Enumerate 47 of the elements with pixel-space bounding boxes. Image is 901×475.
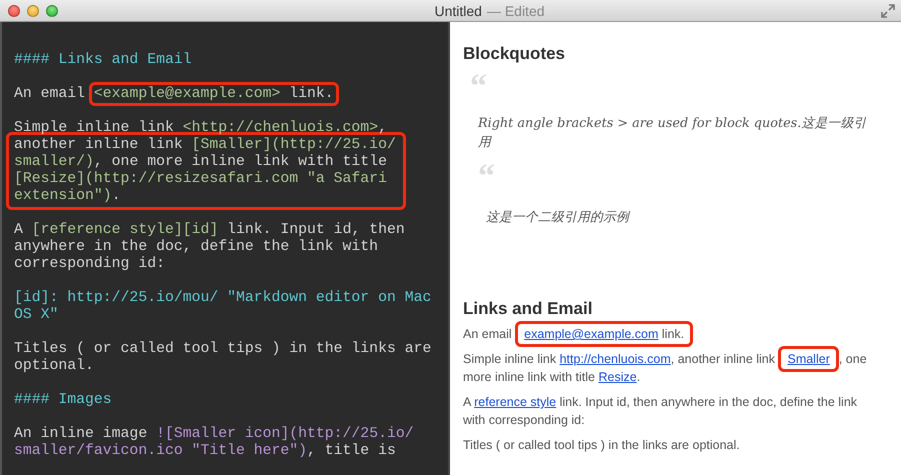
link-markup: [reference style][id] [32, 222, 218, 238]
link[interactable]: reference style [474, 395, 556, 409]
code-text: link. Input id, then [226, 222, 405, 238]
code-text: , [378, 120, 387, 136]
window-title: Untitled [434, 2, 482, 18]
minimize-icon[interactable] [27, 4, 39, 16]
code-text: another inline link [14, 137, 184, 153]
link[interactable]: example@example.com [524, 327, 658, 341]
link-markup: <http://chenluois.com> [182, 120, 378, 136]
code-text: Simple inline link [14, 120, 175, 136]
markdown-heading: #### Images [14, 392, 112, 408]
quote-text: Right angle brackets > are used for block quotes.这是一级引用 [476, 115, 868, 152]
section-heading: Blockquotes [463, 44, 566, 64]
code-text: Titles ( or called tool tips ) in the links are [14, 341, 432, 357]
reference-markup: [id]: http://25.io/mou/ "Markdown editor on Mac [14, 290, 432, 306]
code-text: An inline image [14, 426, 148, 442]
section-heading: Links and Email [463, 299, 594, 319]
quote-mark: “ [478, 160, 496, 188]
reference-markup: OS X" [14, 307, 58, 323]
code-text: , one more inline link with title [94, 154, 387, 170]
link-markup: [Resize](http://resizesafari.com "a Safari [14, 171, 387, 187]
link[interactable]: Resize [598, 370, 637, 384]
fullscreen-icon[interactable] [881, 4, 895, 18]
paragraph: Titles ( or called tool tips ) in the links are optional. [463, 437, 741, 454]
close-icon[interactable] [8, 4, 20, 16]
paragraph: A reference style link. Input id, then anywhere in the doc, define the link with corresponding id: [463, 394, 858, 429]
link-markup: smaller/) [14, 154, 94, 170]
markdown-heading: #### Links and Email [14, 52, 192, 68]
code-text: A [14, 222, 24, 238]
code-text: . [112, 188, 121, 204]
code-text: corresponding id: [14, 256, 165, 272]
markdown-editor[interactable] [0, 22, 448, 475]
link-markup: extension") [14, 188, 112, 204]
quote-text: 这是一个二级引用的示例 [485, 209, 632, 227]
image-markup: smaller/favicon.ico "Title here") [14, 443, 308, 459]
code-text: , title is [307, 443, 396, 459]
code-text: link. [288, 86, 334, 102]
link[interactable]: http://chenluois.com [560, 352, 671, 366]
code-text: anywhere in the doc, define the link with [14, 239, 378, 255]
link-markup: <example@example.com> [94, 86, 280, 102]
code-text: optional. [14, 358, 94, 374]
image-markup: ![Smaller icon](http://25.io/ [156, 426, 414, 442]
link-markup: [Smaller](http://25.io/ [192, 137, 396, 153]
edited-status: — Edited [486, 2, 545, 18]
zoom-icon[interactable] [46, 4, 58, 16]
quote-mark: “ [470, 70, 488, 98]
code-text: An email [14, 86, 86, 102]
